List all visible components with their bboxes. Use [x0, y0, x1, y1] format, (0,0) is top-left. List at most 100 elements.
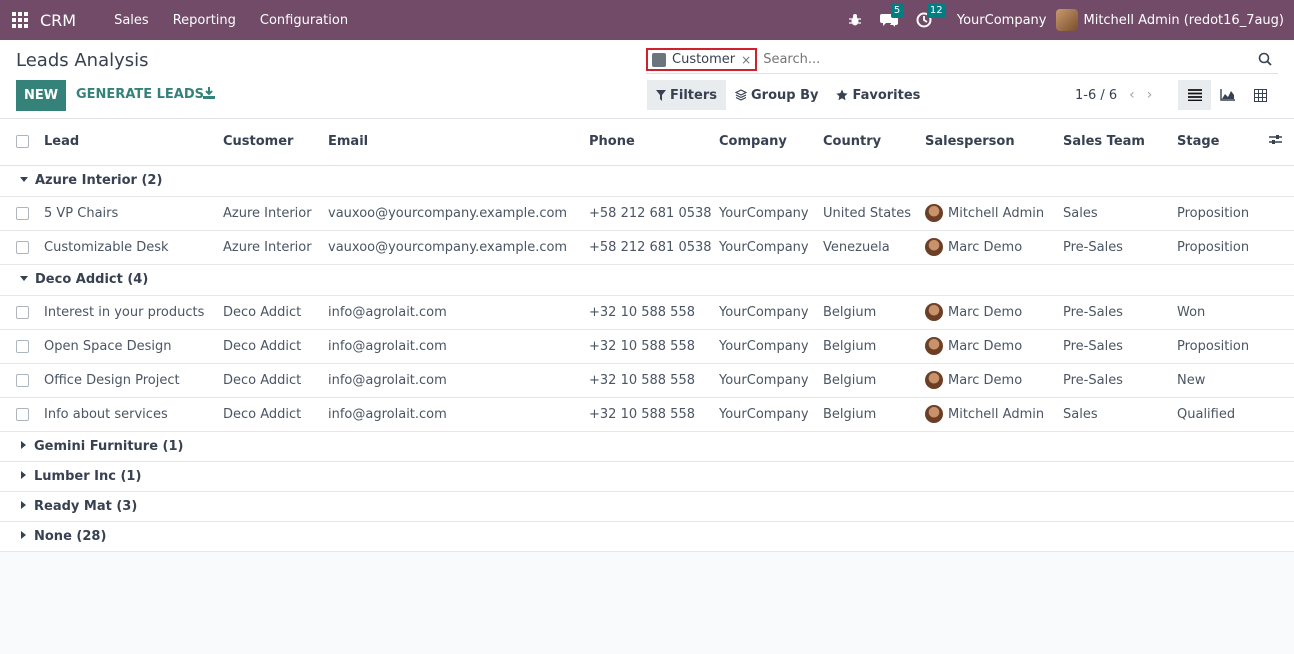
pivot-table-icon[interactable] — [1244, 80, 1277, 110]
clock-icon[interactable]: 12 — [916, 4, 946, 28]
groupby-button[interactable]: Group By — [726, 80, 827, 110]
row-checkbox[interactable] — [16, 339, 29, 353]
avatar — [925, 204, 943, 222]
filter-icon — [656, 89, 666, 101]
group-label: Ready Mat (3) — [34, 498, 138, 514]
menu-item-sales[interactable]: Sales — [102, 13, 161, 28]
column-sales-team[interactable]: Sales Team — [1063, 119, 1177, 166]
pager: 1-6 / 6 ‹ › — [1075, 87, 1152, 103]
table-row[interactable]: Customizable Desk Azure Interior vauxoo@… — [0, 230, 1294, 265]
cell-salesperson: Marc Demo — [948, 239, 1023, 255]
cell-lead: Info about services — [44, 397, 223, 432]
search-panel-buttons: Filters Group By Favorites — [647, 80, 929, 110]
caret-right-icon — [21, 441, 26, 449]
caret-right-icon — [21, 501, 26, 509]
cell-company: YourCompany — [719, 295, 823, 330]
cell-customer: Azure Interior — [223, 196, 328, 231]
cell-phone: +32 10 588 558 — [589, 363, 719, 398]
user-name: Mitchell Admin (redot16_7aug) — [1083, 12, 1284, 28]
filters-button[interactable]: Filters — [647, 80, 726, 110]
cell-company: YourCompany — [719, 196, 823, 231]
caret-down-icon — [20, 276, 28, 281]
app-brand[interactable]: CRM — [40, 11, 76, 30]
column-country[interactable]: Country — [823, 119, 925, 166]
caret-right-icon — [21, 471, 26, 479]
column-lead[interactable]: Lead — [44, 119, 223, 166]
group-row[interactable]: Deco Addict (4) — [0, 264, 1294, 296]
page-title: Leads Analysis — [16, 50, 149, 71]
list-view-icon[interactable] — [1178, 80, 1211, 110]
column-stage[interactable]: Stage — [1177, 119, 1260, 166]
select-all-checkbox[interactable] — [16, 135, 29, 149]
avatar — [925, 238, 943, 256]
cell-customer: Deco Addict — [223, 397, 328, 432]
column-company[interactable]: Company — [719, 119, 823, 166]
row-checkbox[interactable] — [16, 373, 29, 387]
generate-leads-button[interactable]: GENERATE LEADS — [76, 87, 204, 102]
avatar — [925, 405, 943, 423]
group-row[interactable]: Gemini Furniture (1) — [0, 431, 1294, 462]
cell-lead: Interest in your products — [44, 295, 223, 330]
facet-value: Customer — [672, 52, 736, 67]
table-row[interactable]: Open Space Design Deco Addict info@agrol… — [0, 329, 1294, 364]
cell-lead: Office Design Project — [44, 363, 223, 398]
cell-stage: New — [1177, 363, 1260, 398]
favorites-button[interactable]: Favorites — [827, 80, 929, 110]
cell-customer: Deco Addict — [223, 329, 328, 364]
column-phone[interactable]: Phone — [589, 119, 719, 166]
groupby-label: Group By — [750, 87, 819, 103]
row-checkbox[interactable] — [16, 305, 29, 319]
cell-phone: +32 10 588 558 — [589, 295, 719, 330]
table-row[interactable]: Interest in your products Deco Addict in… — [0, 295, 1294, 330]
new-button[interactable]: NEW — [16, 80, 66, 111]
bug-icon[interactable] — [848, 13, 862, 27]
cell-company: YourCompany — [719, 363, 823, 398]
star-icon — [836, 89, 849, 101]
chevron-left-icon[interactable]: ‹ — [1129, 87, 1135, 103]
row-checkbox[interactable] — [16, 240, 29, 254]
cell-stage: Won — [1177, 295, 1260, 330]
area-chart-icon[interactable] — [1211, 80, 1244, 110]
group-row[interactable]: Lumber Inc (1) — [0, 461, 1294, 492]
caret-right-icon — [21, 531, 26, 539]
menu-item-reporting[interactable]: Reporting — [161, 13, 248, 28]
cell-phone: +58 212 681 0538 — [589, 196, 719, 231]
control-panel: Leads Analysis NEW GENERATE LEADS Custom… — [0, 40, 1294, 119]
user-menu[interactable]: Mitchell Admin (redot16_7aug) — [1056, 9, 1284, 31]
column-salesperson[interactable]: Salesperson — [925, 119, 1063, 166]
table-row[interactable]: 5 VP Chairs Azure Interior vauxoo@yourco… — [0, 196, 1294, 231]
facet-remove-icon[interactable]: × — [741, 53, 751, 67]
cell-customer: Azure Interior — [223, 230, 328, 265]
chat-icon[interactable]: 5 — [879, 4, 904, 28]
group-row[interactable]: Azure Interior (2) — [0, 165, 1294, 197]
cell-country: Belgium — [823, 363, 925, 398]
activities-badge: 12 — [926, 4, 946, 18]
row-checkbox[interactable] — [16, 407, 29, 421]
cell-company: YourCompany — [719, 397, 823, 432]
menu-item-configuration[interactable]: Configuration — [248, 13, 360, 28]
search-input[interactable] — [763, 52, 1244, 67]
column-customer[interactable]: Customer — [223, 119, 328, 166]
search-icon[interactable] — [1258, 52, 1272, 70]
cell-lead: Customizable Desk — [44, 230, 223, 265]
chevron-right-icon[interactable]: › — [1147, 87, 1153, 103]
avatar — [925, 337, 943, 355]
top-navbar: CRM Sales Reporting Configuration 5 12 Y… — [0, 0, 1294, 40]
company-switcher[interactable]: YourCompany — [957, 13, 1047, 28]
pager-value[interactable]: 1-6 / 6 — [1075, 88, 1117, 103]
group-row[interactable]: None (28) — [0, 521, 1294, 552]
apps-grid-icon[interactable] — [12, 12, 28, 28]
download-icon[interactable] — [202, 86, 218, 102]
row-checkbox[interactable] — [16, 206, 29, 220]
cell-phone: +32 10 588 558 — [589, 329, 719, 364]
search-facet[interactable]: Customer × — [646, 48, 758, 71]
column-email[interactable]: Email — [328, 119, 589, 166]
group-row[interactable]: Ready Mat (3) — [0, 491, 1294, 522]
cell-salesperson: Mitchell Admin — [948, 406, 1045, 422]
cell-email: info@agrolait.com — [328, 397, 589, 432]
sliders-icon[interactable] — [1260, 119, 1294, 166]
cell-salesperson: Mitchell Admin — [948, 205, 1045, 221]
cell-country: Belgium — [823, 295, 925, 330]
table-row[interactable]: Office Design Project Deco Addict info@a… — [0, 363, 1294, 398]
table-row[interactable]: Info about services Deco Addict info@agr… — [0, 397, 1294, 432]
